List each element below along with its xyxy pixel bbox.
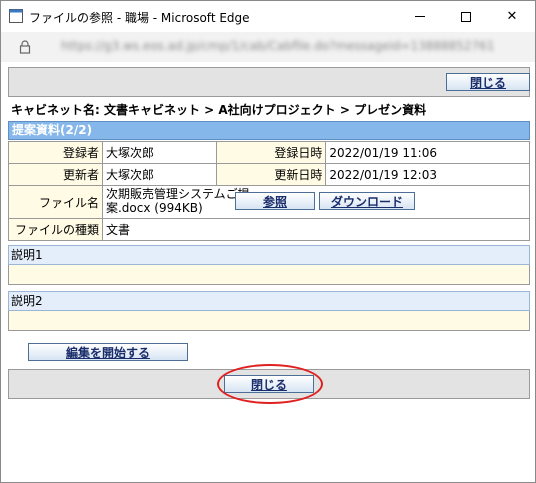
updated-label: 更新日時: [215, 163, 327, 186]
table-row: ファイル名 次期販売管理システムご提案.docx (994KB) 参照 ダウンロ…: [8, 185, 531, 219]
section-title: 提案資料(2/2): [8, 121, 530, 140]
description-1-body: [8, 265, 530, 285]
page-content: 閉じる キャビネット名: 文書キャビネット > A社向けプロジェクト > プレゼ…: [1, 62, 535, 482]
updater-label: 更新者: [8, 163, 103, 186]
close-window-button[interactable]: ✕: [489, 1, 535, 32]
minimize-button[interactable]: [397, 1, 443, 32]
description-2-body: [8, 311, 530, 331]
lock-icon: [19, 40, 31, 54]
start-edit-button[interactable]: 編集を開始する: [28, 343, 188, 361]
maximize-icon: [461, 11, 471, 22]
download-button[interactable]: ダウンロード: [318, 192, 415, 210]
registrant-label: 登録者: [8, 141, 103, 164]
close-icon: ✕: [506, 9, 518, 24]
app-window-icon: [9, 9, 23, 23]
registered-label: 登録日時: [215, 141, 327, 164]
window-title: ファイルの参照 - 職場 - Microsoft Edge: [29, 11, 250, 25]
registered-value: 2022/01/19 11:06: [325, 141, 530, 164]
browser-window: ファイルの参照 - 職場 - Microsoft Edge ✕ https://…: [0, 0, 536, 483]
address-bar: https://g3.ws.eos.ad.jp/cmp/1/cab/Cabfil…: [1, 32, 535, 62]
filename-area: 次期販売管理システムご提案.docx (994KB) 参照 ダウンロード: [103, 186, 529, 218]
file-info-table: 登録者 大塚次郎 登録日時 2022/01/19 11:06 更新者 大塚次郎 …: [8, 141, 531, 241]
table-row: 登録者 大塚次郎 登録日時 2022/01/19 11:06: [8, 141, 530, 164]
browse-button-label: 参照: [262, 194, 287, 209]
filename-label: ファイル名: [8, 185, 103, 219]
top-toolbar: 閉じる: [8, 67, 530, 97]
filename-cell: 次期販売管理システムご提案.docx (994KB) 参照 ダウンロード: [101, 185, 531, 219]
browse-button[interactable]: 参照: [234, 192, 315, 210]
maximize-button[interactable]: [443, 1, 489, 32]
url-text[interactable]: https://g3.ws.eos.ad.jp/cmp/1/cab/Cabfil…: [61, 39, 494, 53]
minimize-icon: [415, 16, 425, 17]
filetype-value: 文書: [101, 218, 531, 241]
updater-value: 大塚次郎: [101, 163, 217, 186]
start-edit-button-label: 編集を開始する: [65, 345, 150, 360]
title-bar: ファイルの参照 - 職場 - Microsoft Edge ✕: [1, 1, 535, 32]
download-button-label: ダウンロード: [330, 194, 403, 209]
breadcrumb: キャビネット名: 文書キャビネット > A社向けプロジェクト > プレゼン資料: [11, 103, 427, 117]
updated-value: 2022/01/19 12:03: [325, 163, 530, 186]
close-button-top[interactable]: 閉じる: [446, 73, 530, 91]
table-row: 更新者 大塚次郎 更新日時 2022/01/19 12:03: [8, 163, 530, 186]
registrant-value: 大塚次郎: [101, 141, 217, 164]
close-button-top-label: 閉じる: [469, 75, 506, 90]
table-row: ファイルの種類 文書: [8, 218, 531, 241]
description-2-header: 説明2: [8, 291, 530, 311]
filetype-label: ファイルの種類: [8, 218, 103, 241]
red-highlight-circle: [217, 364, 323, 404]
description-1-header: 説明1: [8, 245, 530, 265]
